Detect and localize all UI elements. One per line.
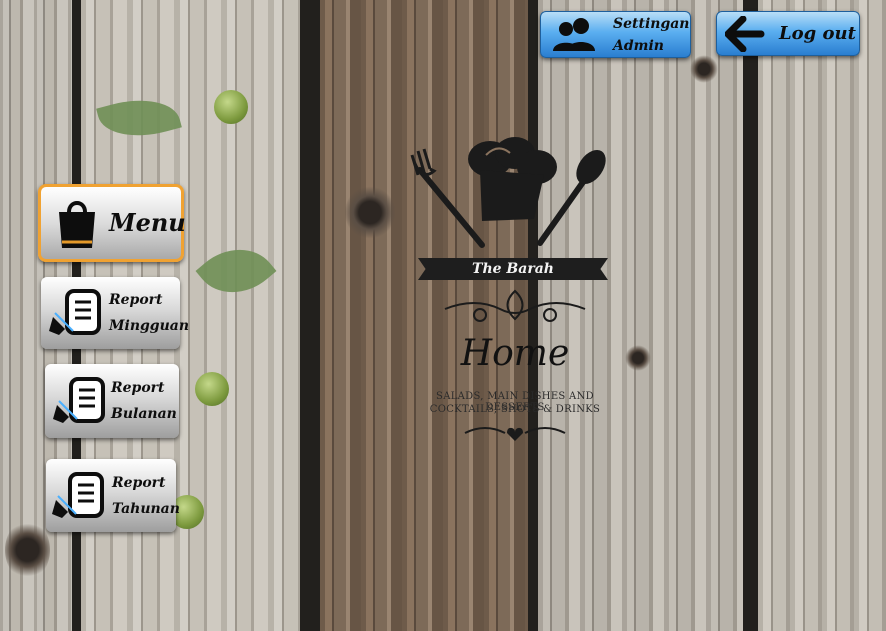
plank-gap — [743, 0, 758, 631]
report-document-icon — [49, 287, 103, 339]
report-document-icon — [53, 375, 107, 427]
wood-knot — [625, 345, 651, 371]
wood-knot — [690, 55, 718, 83]
report-yearly-line1: Report — [112, 474, 166, 491]
report-monthly-line2: Bulanan — [111, 406, 177, 422]
report-weekly-button[interactable]: Report Mingguan — [41, 277, 189, 349]
report-document-icon — [52, 470, 106, 522]
pea-pod — [214, 90, 248, 124]
report-yearly-button[interactable]: Report Tahunan — [46, 459, 180, 532]
restaurant-logo: The Barah Home SALADS, MAIN DISHES AND D… — [410, 135, 620, 455]
settings-label-line1: Settingan — [613, 15, 690, 32]
users-icon — [551, 17, 599, 53]
wood-knot — [345, 185, 395, 240]
chef-hat-cutlery-icon — [410, 137, 606, 248]
wood-plank — [758, 0, 886, 631]
arrow-left-icon — [724, 15, 765, 52]
plank-gap — [300, 0, 320, 631]
report-yearly-line2: Tahunan — [112, 500, 180, 517]
report-monthly-button[interactable]: Report Bulanan — [45, 364, 179, 438]
menu-label: Menu — [109, 208, 186, 237]
logout-button[interactable]: Log out — [716, 11, 860, 56]
wood-knot — [5, 520, 50, 580]
logout-label: Log out — [779, 22, 856, 44]
heart-ornament-icon — [464, 427, 566, 441]
menu-button[interactable]: Menu — [38, 184, 186, 262]
report-monthly-line1: Report — [111, 380, 165, 396]
report-weekly-line1: Report — [109, 292, 163, 308]
report-weekly-line2: Mingguan — [109, 318, 190, 334]
shopping-bag-icon — [55, 196, 99, 250]
pea-pod — [195, 372, 229, 406]
ornament-icon — [444, 289, 586, 322]
brand-banner: The Barah — [418, 258, 608, 280]
page-title: Home — [460, 333, 570, 374]
settings-label-line2: Admin — [613, 37, 664, 54]
tagline-2: COCKTAILS, SHOTS & DRINKS — [429, 404, 601, 415]
settings-admin-button[interactable]: Settingan Admin — [540, 11, 691, 58]
